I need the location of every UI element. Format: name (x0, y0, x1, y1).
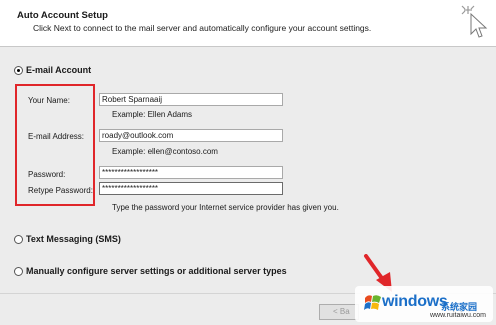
watermark: windows 系统家园 www.ruitaiwu.com (355, 286, 493, 322)
manual-config-radio[interactable] (14, 267, 23, 276)
watermark-url: www.ruitaiwu.com (430, 312, 487, 319)
manual-config-label[interactable]: Manually configure server settings or ad… (26, 266, 287, 276)
your-name-example: Example: Ellen Adams (112, 110, 193, 119)
text-messaging-label[interactable]: Text Messaging (SMS) (26, 234, 121, 244)
cursor-sparkle-icon (461, 5, 488, 38)
email-account-radio[interactable] (14, 66, 23, 75)
retype-password-field[interactable]: ****************** (99, 182, 283, 195)
your-name-field[interactable]: Robert Sparnaaij (99, 93, 283, 106)
email-example: Example: ellen@contoso.com (112, 147, 218, 156)
page-subtitle: Click Next to connect to the mail server… (33, 23, 372, 33)
watermark-brand: windows (382, 293, 448, 310)
back-button[interactable]: < Ba (319, 304, 359, 320)
email-account-label[interactable]: E-mail Account (26, 65, 91, 75)
page-title: Auto Account Setup (17, 10, 108, 21)
password-field[interactable]: ****************** (99, 166, 283, 179)
wizard-header: Auto Account Setup Click Next to connect… (0, 0, 496, 47)
password-hint: Type the password your Internet service … (112, 203, 339, 212)
text-messaging-radio[interactable] (14, 235, 23, 244)
email-address-field[interactable]: roady@outlook.com (99, 129, 283, 142)
labels-highlight-box (15, 84, 95, 206)
